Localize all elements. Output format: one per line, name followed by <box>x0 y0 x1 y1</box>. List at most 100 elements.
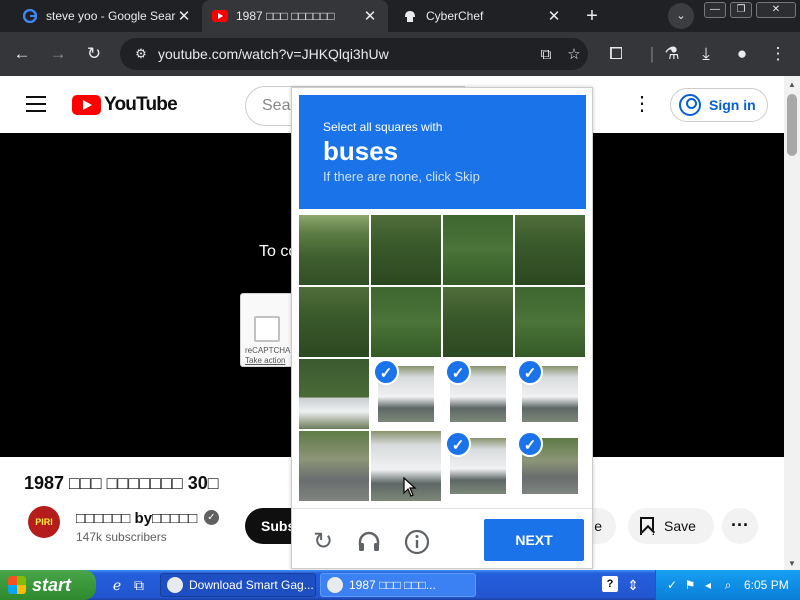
minimize-icon[interactable]: — <box>704 2 726 18</box>
tab-title: 1987 □□□ □□□□□□ <box>236 9 335 23</box>
tab-strip: steve yoo - Google Sear ✕ 1987 □□□ □□□□□… <box>0 0 800 32</box>
close-tab-icon[interactable]: ✕ <box>546 7 562 25</box>
save-button[interactable]: Save <box>628 508 714 544</box>
channel-name[interactable]: □□□□□□ by□□□□□ <box>76 510 197 527</box>
reload-icon[interactable]: ↻ <box>82 42 106 66</box>
next-button[interactable]: NEXT <box>484 519 584 561</box>
google-icon <box>22 8 38 24</box>
challenge-footer: ↻ NEXT <box>292 508 592 568</box>
back-arrow-icon[interactable]: ← <box>10 42 34 66</box>
taskbar-chevron-icon[interactable]: ⇕ <box>624 576 642 594</box>
tab-title: steve yoo - Google Sear <box>46 9 176 23</box>
challenge-hint: If there are none, click Skip <box>323 169 480 184</box>
audio-challenge-icon[interactable] <box>356 529 382 555</box>
page-scrollbar[interactable]: ▲ ▼ <box>784 76 800 570</box>
sign-in-button[interactable]: Sign in <box>670 88 768 122</box>
logo-text: YouTube <box>104 94 178 115</box>
challenge-target: buses <box>323 136 399 166</box>
grid-tile[interactable] <box>515 287 585 357</box>
start-label: start <box>32 574 72 595</box>
sign-in-label: Sign in <box>709 97 756 113</box>
taskbar-item-chrome[interactable]: 1987 □□□ □□□... <box>320 573 476 597</box>
scroll-down-icon[interactable]: ▼ <box>788 559 796 568</box>
grid-tile[interactable] <box>299 359 369 429</box>
taskbar-item-label: Download Smart Gag... <box>189 578 314 592</box>
url-text[interactable]: youtube.com/watch?v=JHKQlqi3hUw <box>158 46 532 62</box>
ie-quicklaunch-icon[interactable]: ℯ <box>108 576 126 594</box>
tab-search-icon[interactable]: ⌄ <box>668 3 694 29</box>
recaptcha-label: reCAPTCHA <box>245 346 291 355</box>
grid-tile[interactable] <box>299 215 369 285</box>
checkmark-icon: ✓ <box>445 431 471 457</box>
new-tab-button[interactable]: + <box>580 4 604 28</box>
help-icon[interactable]: ? <box>602 576 618 592</box>
profile-icon[interactable]: ● <box>730 42 754 66</box>
grid-tile[interactable] <box>299 287 369 357</box>
grid-tile[interactable] <box>443 287 513 357</box>
address-bar[interactable]: ⚙ youtube.com/watch?v=JHKQlqi3hUw ⧉ ☆ <box>120 38 588 70</box>
close-window-icon[interactable]: ✕ <box>756 2 796 18</box>
info-icon[interactable] <box>404 529 430 555</box>
grid-tile[interactable] <box>371 215 441 285</box>
extensions-icon[interactable]: ⧠ <box>604 42 628 66</box>
network-tray-icon[interactable]: ✓ <box>664 577 680 593</box>
hamburger-menu-icon[interactable] <box>26 96 46 112</box>
more-actions-icon[interactable]: ··· <box>722 508 758 544</box>
security-tray-icon[interactable]: ⚑ <box>682 577 698 593</box>
subscriber-count: 147k subscribers <box>76 530 167 544</box>
install-app-icon[interactable]: ⧉ <box>532 46 560 63</box>
recaptcha-action-link[interactable]: Take action <box>245 356 285 365</box>
checkmark-icon: ✓ <box>373 359 399 385</box>
grid-tile[interactable] <box>371 287 441 357</box>
verified-check-icon: ✓ <box>204 510 219 525</box>
download-icon[interactable]: ⤓ <box>694 42 718 66</box>
youtube-play-icon <box>72 95 101 115</box>
grid-tile[interactable] <box>515 215 585 285</box>
browser-toolbar: ← → ↻ ⚙ youtube.com/watch?v=JHKQlqi3hUw … <box>0 32 800 76</box>
chrome-menu-icon[interactable]: ⋮ <box>766 42 790 66</box>
channel-avatar[interactable]: PIRI <box>28 506 60 538</box>
grid-tile[interactable] <box>299 431 369 501</box>
chrome-app-icon <box>327 577 343 593</box>
checkmark-icon: ✓ <box>517 359 543 385</box>
windows-taskbar: start ℯ ⧉ Download Smart Gag... 1987 □□□… <box>0 570 800 600</box>
taskbar-item-label: 1987 □□□ □□□... <box>349 578 436 592</box>
youtube-icon <box>212 8 228 24</box>
scrollbar-thumb[interactable] <box>787 94 797 156</box>
tab-cyberchef[interactable]: CyberChef ✕ <box>392 0 572 32</box>
recaptcha-checkbox[interactable] <box>254 316 280 342</box>
volume-tray-icon[interactable]: ◂ <box>700 577 716 593</box>
video-title: 1987 □□□ □□□□□□□ 30□ <box>24 473 219 493</box>
challenge-instruction: Select all squares with <box>323 120 443 134</box>
bookmark-star-icon[interactable]: ☆ <box>560 45 588 63</box>
close-tab-icon[interactable]: ✕ <box>176 7 192 25</box>
tab-google[interactable]: steve yoo - Google Sear ✕ <box>12 0 202 32</box>
challenge-header: Select all squares with buses If there a… <box>299 95 586 209</box>
system-tray: ✓ ⚑ ◂ ⌕ 6:05 PM <box>655 570 800 600</box>
image-grid: ✓ ✓ ✓ ✓ ✓ <box>299 215 587 503</box>
settings-kebab-icon[interactable]: ⋮ <box>632 94 652 114</box>
taskbar-item-download[interactable]: Download Smart Gag... <box>160 573 316 597</box>
reload-challenge-icon[interactable]: ↻ <box>310 529 336 555</box>
tab-title: CyberChef <box>426 9 484 23</box>
clock: 6:05 PM <box>744 578 789 592</box>
site-settings-icon[interactable]: ⚙ <box>130 46 152 62</box>
grid-tile[interactable] <box>443 215 513 285</box>
mouse-cursor-icon <box>403 477 417 497</box>
labs-flask-icon[interactable]: ⚗ <box>660 42 684 66</box>
recaptcha-challenge: Select all squares with buses If there a… <box>291 87 593 569</box>
search-tray-icon[interactable]: ⌕ <box>720 577 736 593</box>
checkmark-icon: ✓ <box>445 359 471 385</box>
forward-arrow-icon[interactable]: → <box>46 42 70 66</box>
windows-flag-icon <box>8 576 26 594</box>
user-circle-icon <box>679 94 701 116</box>
explorer-quicklaunch-icon[interactable]: ⧉ <box>130 576 148 594</box>
window-controls: — ❐ ✕ <box>704 2 796 18</box>
youtube-logo[interactable]: YouTube <box>72 94 178 116</box>
tab-youtube[interactable]: 1987 □□□ □□□□□□ ✕ <box>202 0 388 32</box>
checkmark-icon: ✓ <box>517 431 543 457</box>
scroll-up-icon[interactable]: ▲ <box>788 80 796 89</box>
restore-icon[interactable]: ❐ <box>730 2 752 18</box>
start-button[interactable]: start <box>0 570 96 600</box>
close-tab-icon[interactable]: ✕ <box>362 7 378 25</box>
